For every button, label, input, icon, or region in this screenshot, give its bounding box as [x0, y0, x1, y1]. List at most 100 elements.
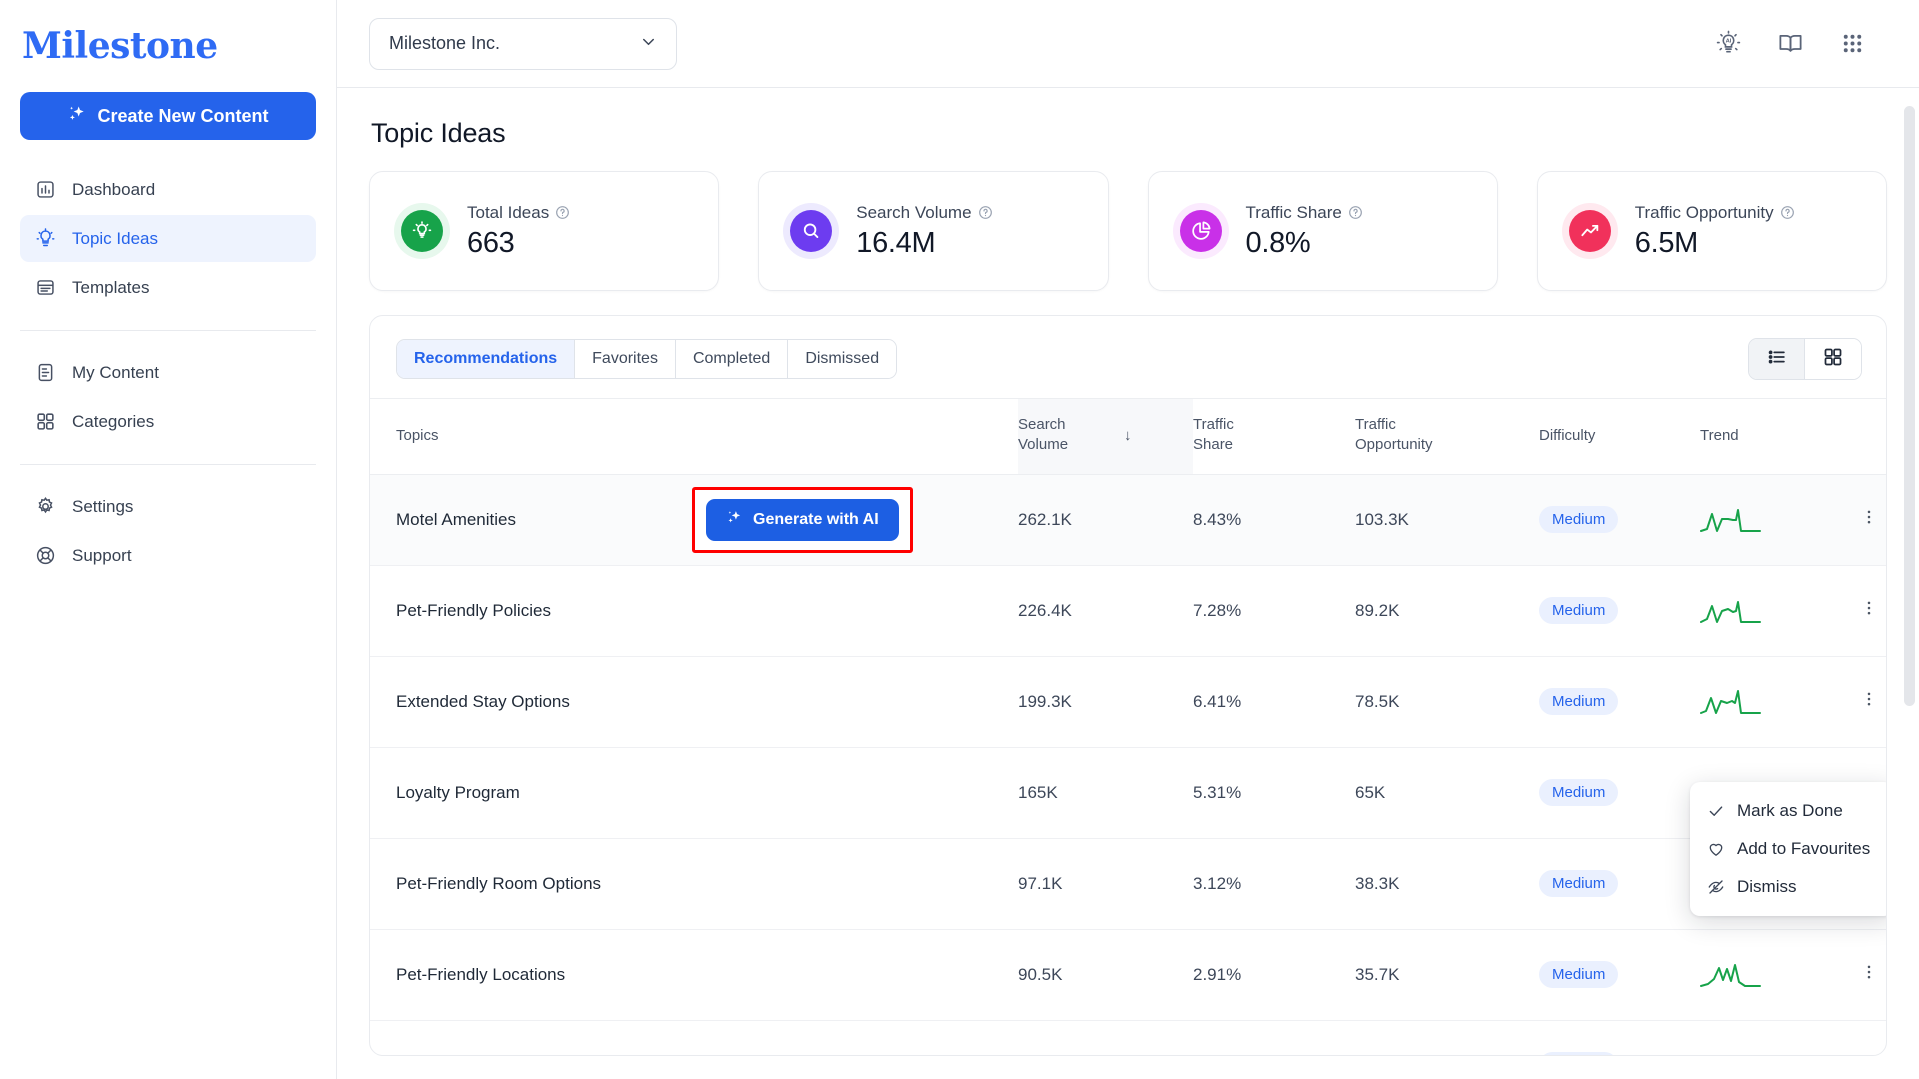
- row-menu-button[interactable]: [1860, 508, 1878, 526]
- topics-table: Topics Search Volume ↓ Traffic Share Tra…: [370, 398, 1886, 1055]
- row-menu-button[interactable]: [1860, 690, 1878, 708]
- context-menu-item-mark-as-done[interactable]: Mark as Done: [1690, 792, 1886, 830]
- col-traffic-opportunity[interactable]: Traffic Opportunity: [1355, 398, 1539, 475]
- cell-search-volume: 165K: [1018, 747, 1193, 839]
- cell-difficulty: Medium: [1539, 565, 1700, 657]
- cell-traffic-opportunity: 35.7K: [1355, 1020, 1539, 1055]
- cell-topic[interactable]: Loyalty Program: [370, 747, 1018, 839]
- apps-grid-icon[interactable]: [1837, 29, 1867, 59]
- stat-body: Search Volume 16.4M: [856, 203, 992, 260]
- stat-cards: Total Ideas 663 Search Volume 16.4M Traf…: [369, 171, 1887, 291]
- cell-actions: [1860, 474, 1886, 566]
- table-row[interactable]: Pet-Friendly Policies 226.4K 7.28% 89.2K…: [370, 565, 1886, 657]
- row-menu-button[interactable]: [1860, 599, 1878, 617]
- cell-topic[interactable]: Motel 6'S Commitment To Pet-Friendly Acc…: [370, 1020, 1018, 1055]
- col-actions: [1860, 398, 1886, 475]
- template-icon: [34, 277, 56, 299]
- cell-traffic-opportunity: 65K: [1355, 747, 1539, 839]
- table-row[interactable]: Motel 6'S Commitment To Pet-Friendly Acc…: [370, 1020, 1886, 1055]
- table-row[interactable]: Loyalty Program 165K 5.31% 65K Medium: [370, 747, 1886, 839]
- help-circle-icon[interactable]: [978, 205, 993, 220]
- table-header: Topics Search Volume ↓ Traffic Share Tra…: [370, 398, 1886, 475]
- cell-actions: [1860, 1020, 1886, 1055]
- cell-search-volume: 226.4K: [1018, 565, 1193, 657]
- sidebar-item-categories[interactable]: Categories: [20, 398, 316, 445]
- page-scrollbar[interactable]: [1904, 88, 1915, 1079]
- list-view-button[interactable]: [1749, 339, 1805, 379]
- app-root: Milestone Create New Content Dashboard T…: [0, 0, 1919, 1079]
- trend-sparkline: [1700, 600, 1761, 623]
- row-menu-button[interactable]: [1860, 963, 1878, 981]
- difficulty-badge: Medium: [1539, 961, 1619, 988]
- generate-with-ai-highlight: Generate with AI: [692, 486, 913, 553]
- lifebuoy-icon: [34, 545, 56, 567]
- cell-trend: [1700, 929, 1860, 1021]
- sidebar-item-templates[interactable]: Templates: [20, 264, 316, 311]
- tab-recommendations[interactable]: Recommendations: [397, 340, 576, 378]
- difficulty-badge: Medium: [1539, 597, 1619, 624]
- cell-traffic-share: 7.28%: [1193, 565, 1355, 657]
- scrollbar-thumb[interactable]: [1904, 106, 1915, 706]
- col-topics[interactable]: Topics: [370, 398, 1018, 475]
- stat-body: Traffic Share 0.8%: [1246, 203, 1363, 260]
- col-traffic-opportunity-l1: Traffic: [1355, 416, 1396, 433]
- cell-topic[interactable]: Motel Amenities Generate with AI: [370, 474, 1018, 566]
- tab-completed[interactable]: Completed: [675, 340, 789, 378]
- table-row[interactable]: Pet-Friendly Locations 90.5K 2.91% 35.7K…: [370, 929, 1886, 1021]
- cell-topic[interactable]: Pet-Friendly Room Options: [370, 838, 1018, 930]
- page-content: Topic Ideas Total Ideas 663 Search Volum…: [337, 88, 1919, 1079]
- tab-dismissed[interactable]: Dismissed: [788, 340, 897, 378]
- app-logo: Milestone: [22, 25, 218, 67]
- sidebar-item-topic-ideas[interactable]: Topic Ideas: [20, 215, 316, 262]
- col-difficulty[interactable]: Difficulty: [1539, 398, 1700, 475]
- page-title: Topic Ideas: [371, 118, 506, 148]
- stat-label-row: Traffic Share: [1246, 203, 1363, 223]
- sidebar-item-support[interactable]: Support: [20, 532, 316, 579]
- create-new-content-button[interactable]: Create New Content: [20, 92, 316, 140]
- help-circle-icon[interactable]: [555, 205, 570, 220]
- cell-topic[interactable]: Pet-Friendly Locations: [370, 929, 1018, 1021]
- cell-traffic-opportunity: 103.3K: [1355, 474, 1539, 566]
- cell-trend: [1700, 565, 1860, 657]
- org-selector[interactable]: Milestone Inc.: [369, 17, 677, 70]
- stat-value: 6.5M: [1634, 226, 1699, 259]
- book-icon[interactable]: [1775, 29, 1805, 59]
- tab-favorites[interactable]: Favorites: [575, 340, 676, 378]
- row-menu-button[interactable]: [1860, 1054, 1878, 1055]
- stat-label: Traffic Share: [1245, 202, 1342, 222]
- help-circle-icon[interactable]: [1348, 205, 1363, 220]
- stat-body: Traffic Opportunity 6.5M: [1635, 203, 1795, 260]
- sidebar-item-my-content[interactable]: My Content: [20, 349, 316, 396]
- table-row[interactable]: Pet-Friendly Room Options 97.1K 3.12% 38…: [370, 838, 1886, 930]
- cell-trend: [1700, 474, 1860, 566]
- cell-topic[interactable]: Pet-Friendly Policies: [370, 565, 1018, 657]
- sort-desc-icon[interactable]: ↓: [1124, 427, 1132, 444]
- context-menu-item-dismiss[interactable]: Dismiss: [1690, 868, 1886, 906]
- grid-view-button[interactable]: [1805, 339, 1861, 379]
- sparkle-icon: [726, 509, 743, 531]
- cell-topic[interactable]: Extended Stay Options: [370, 656, 1018, 748]
- col-search-volume[interactable]: Search Volume ↓: [1018, 398, 1193, 475]
- col-traffic-share[interactable]: Traffic Share: [1193, 398, 1355, 475]
- stat-value: 663: [467, 226, 515, 259]
- stat-label-row: Traffic Opportunity: [1635, 203, 1795, 223]
- help-circle-icon[interactable]: [1780, 205, 1795, 220]
- col-traffic-share-l2: Share: [1193, 436, 1234, 454]
- sidebar-item-settings[interactable]: Settings: [20, 483, 316, 530]
- generate-with-ai-button[interactable]: Generate with AI: [706, 498, 899, 541]
- document-icon: [34, 362, 56, 384]
- ai-bulb-icon[interactable]: AI: [1713, 29, 1743, 59]
- panel-header: Recommendations Favorites Completed Dism…: [370, 316, 1886, 398]
- cell-traffic-share: 5.31%: [1193, 747, 1355, 839]
- table-row[interactable]: Motel Amenities Generate with AI 262.1K …: [370, 474, 1886, 566]
- stat-value: 0.8%: [1245, 226, 1311, 259]
- context-menu-item-add-to-favourites[interactable]: Add to Favourites: [1690, 830, 1886, 868]
- table-row[interactable]: Extended Stay Options 199.3K 6.41% 78.5K…: [370, 656, 1886, 748]
- table-header-row: Topics Search Volume ↓ Traffic Share Tra…: [370, 398, 1886, 475]
- trend-sparkline: [1700, 508, 1761, 532]
- stat-card-total-ideas: Total Ideas 663: [369, 171, 720, 291]
- col-trend[interactable]: Trend: [1700, 398, 1860, 475]
- sidebar-item-label: Categories: [72, 411, 155, 431]
- grid-icon: [34, 411, 56, 433]
- sidebar-item-dashboard[interactable]: Dashboard: [20, 166, 316, 213]
